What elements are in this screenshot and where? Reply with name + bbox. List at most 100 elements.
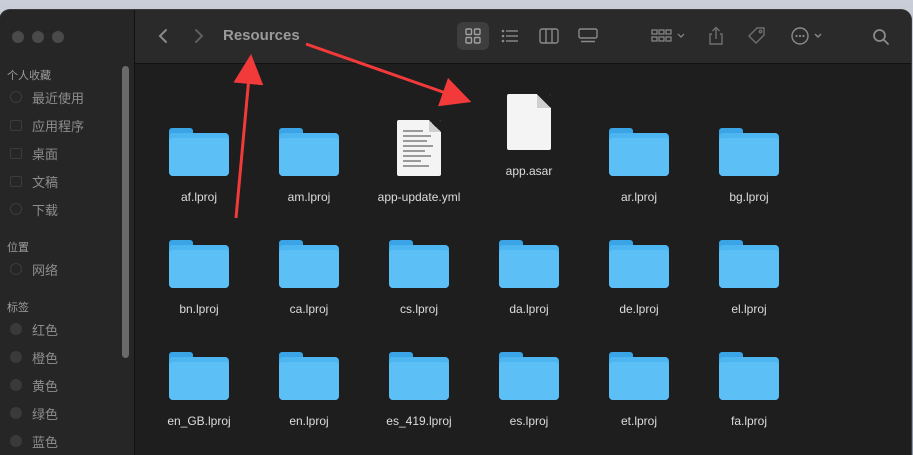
sidebar-item-label: 桌面 [32,146,59,162]
sidebar-item-tag-red[interactable]: 红色 [10,319,120,339]
sidebar-item-tag-yellow[interactable]: 黄色 [10,375,120,395]
icon-view-icon [465,28,481,44]
folder-icon [169,240,229,288]
applications-icon [10,119,22,131]
more-actions-button[interactable] [787,22,827,50]
finder-window: 个人收藏 最近使用 应用程序 桌面 文稿 下载 位置 网络 标签 红色 橙色 黄… [0,10,911,455]
file-item[interactable]: da.lproj [474,224,584,316]
close-window-button[interactable] [12,31,24,43]
globe-icon [10,263,22,275]
sidebar-section-locations: 位置 [7,242,29,254]
list-view-icon [501,29,518,43]
sidebar-item-recents[interactable]: 最近使用 [10,87,120,107]
sidebar-item-documents[interactable]: 文稿 [10,171,120,191]
file-item[interactable]: en.lproj [254,336,364,428]
sidebar: 个人收藏 最近使用 应用程序 桌面 文稿 下载 位置 网络 标签 红色 橙色 黄… [0,10,135,455]
file-item[interactable]: cs.lproj [364,224,474,316]
column-view-button[interactable] [534,24,564,48]
file-item[interactable]: de.lproj [584,224,694,316]
group-by-button[interactable] [647,24,691,48]
sidebar-item-label: 下载 [32,202,59,218]
group-grid-icon [651,29,685,42]
sidebar-section-tags: 标签 [7,302,29,314]
folder-icon [719,240,779,288]
file-item[interactable]: et.lproj [584,336,694,428]
file-item[interactable]: ca.lproj [254,224,364,316]
folder-icon [169,128,229,176]
sidebar-item-label: 最近使用 [32,90,85,106]
sidebar-item-desktop[interactable]: 桌面 [10,143,120,163]
file-item[interactable]: app-update.yml [364,112,474,204]
folder-icon [609,240,669,288]
file-item[interactable]: es.lproj [474,336,584,428]
folder-icon [719,128,779,176]
ellipsis-circle-icon [791,27,822,45]
zoom-window-button[interactable] [52,31,64,43]
gallery-view-button[interactable] [573,24,603,48]
file-item[interactable]: bn.lproj [144,224,254,316]
sidebar-item-applications[interactable]: 应用程序 [10,115,120,135]
file-item[interactable]: el.lproj [694,224,804,316]
sidebar-item-network[interactable]: 网络 [10,259,120,279]
sidebar-item-label: 红色 [32,322,59,338]
file-name: cs.lproj [399,302,438,316]
sidebar-item-tag-green[interactable]: 绿色 [10,403,120,423]
clock-icon [10,91,22,103]
folder-icon [609,352,669,400]
sidebar-item-tag-orange[interactable]: 橙色 [10,347,120,367]
back-button[interactable] [151,24,175,48]
file-item[interactable]: bg.lproj [694,112,804,204]
file-name: af.lproj [180,190,218,204]
window-title: Resources [223,27,300,44]
file-item[interactable]: ar.lproj [584,112,694,204]
file-name: am.lproj [287,190,331,204]
share-button[interactable] [703,22,729,50]
file-item[interactable]: es_419.lproj [364,336,474,428]
file-grid: af.lproj am.lproj app-update.yml app.asa… [135,64,911,455]
file-name: bn.lproj [179,302,219,316]
tag-dot-icon [10,407,22,419]
sidebar-item-label: 文稿 [32,174,59,190]
forward-button[interactable] [187,24,211,48]
file-name: app.asar [505,164,553,178]
file-name: el.lproj [731,302,767,316]
sidebar-scrollbar[interactable] [122,66,129,358]
file-item[interactable]: fa.lproj [694,336,804,428]
list-view-button[interactable] [495,24,525,48]
file-name: ar.lproj [620,190,658,204]
tag-dot-icon [10,435,22,447]
file-name: da.lproj [509,302,549,316]
file-name: app-update.yml [377,190,461,204]
file-name: en_GB.lproj [167,414,231,428]
file-name: ca.lproj [289,302,329,316]
icon-view-button[interactable] [457,22,489,50]
file-item[interactable]: app.asar [474,86,584,178]
sidebar-item-tag-blue[interactable]: 蓝色 [10,431,120,451]
tag-dot-icon [10,323,22,335]
file-item[interactable]: en_GB.lproj [144,336,254,428]
sidebar-item-downloads[interactable]: 下载 [10,199,120,219]
text-document-icon [397,120,441,176]
file-item[interactable]: af.lproj [144,112,254,204]
gallery-view-icon [578,28,598,43]
sidebar-item-label: 网络 [32,262,59,278]
tag-button[interactable] [743,22,771,50]
desktop-icon [10,147,22,159]
tag-dot-icon [10,379,22,391]
file-name: es_419.lproj [386,414,452,428]
folder-icon [499,352,559,400]
search-button[interactable] [868,24,894,50]
sidebar-item-label: 绿色 [32,406,59,422]
blank-file-icon [507,94,551,150]
download-icon [10,203,22,215]
file-name: de.lproj [619,302,659,316]
column-view-icon [539,28,559,44]
sidebar-item-label: 应用程序 [32,118,85,134]
minimize-window-button[interactable] [32,31,44,43]
share-icon [709,26,723,45]
file-name: et.lproj [620,414,658,428]
folder-icon [389,240,449,288]
folder-icon [609,128,669,176]
sidebar-item-label: 黄色 [32,378,59,394]
file-item[interactable]: am.lproj [254,112,364,204]
